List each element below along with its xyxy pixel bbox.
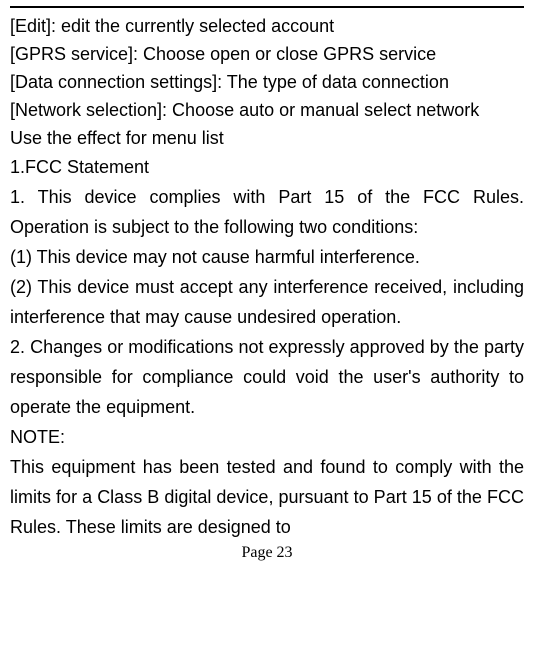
horizontal-rule — [10, 6, 524, 8]
document-page: [Edit]: edit the currently selected acco… — [0, 0, 536, 562]
fcc-heading: 1.FCC Statement — [10, 152, 524, 182]
menu-gprs-line: [GPRS service]: Choose open or close GPR… — [10, 40, 524, 68]
menu-edit-line: [Edit]: edit the currently selected acco… — [10, 12, 524, 40]
menu-network-sel-line: [Network selection]: Choose auto or manu… — [10, 96, 524, 124]
fcc-paragraph-1: 1. This device complies with Part 15 of … — [10, 182, 524, 242]
fcc-paragraph-3: (2) This device must accept any interfer… — [10, 272, 524, 332]
menu-data-conn-line: [Data connection settings]: The type of … — [10, 68, 524, 96]
page-number: Page 23 — [10, 544, 524, 562]
use-effect-line: Use the effect for menu list — [10, 124, 524, 152]
fcc-paragraph-5: This equipment has been tested and found… — [10, 452, 524, 542]
fcc-paragraph-2: (1) This device may not cause harmful in… — [10, 242, 524, 272]
fcc-note-label: NOTE: — [10, 422, 524, 452]
fcc-paragraph-4: 2. Changes or modifications not expressl… — [10, 332, 524, 422]
